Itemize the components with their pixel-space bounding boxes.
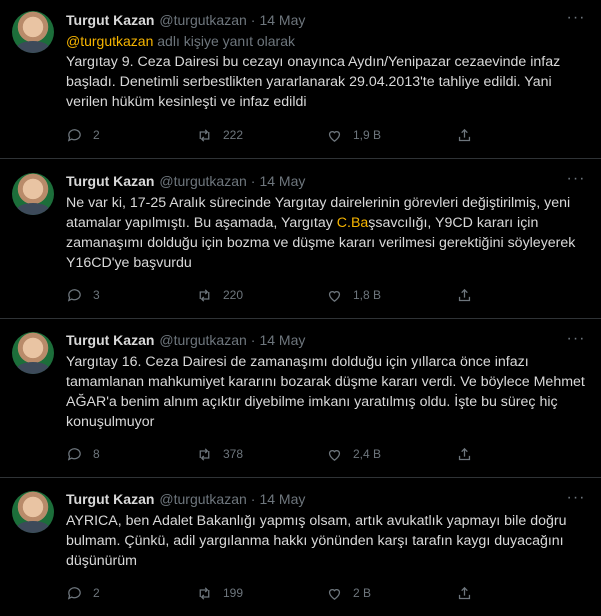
reply-icon (67, 288, 81, 302)
share-icon (458, 586, 471, 599)
like-button[interactable]: 1,8 B (326, 287, 456, 304)
tweet-text: AYRICA, ben Adalet Bakanlığı yapmış olsa… (66, 513, 567, 569)
retweet-icon (199, 447, 210, 461)
share-icon (458, 447, 471, 460)
highlighted-text: C.Ba (336, 215, 369, 231)
retweet-button[interactable]: 222 (196, 127, 326, 144)
tweet-header: Turgut Kazan @turgutkazan · 14 May (66, 330, 587, 350)
reply-icon (67, 447, 81, 461)
tweet-actions: 3 220 1,8 B (66, 284, 587, 318)
tweet[interactable]: Turgut Kazan @turgutkazan · 14 May ··· A… (0, 478, 601, 616)
reply-context: @turgutkazan adlı kişiye yanıt olarak (66, 32, 587, 51)
heart-icon (328, 290, 341, 302)
share-icon (458, 288, 471, 301)
reply-button[interactable]: 2 (66, 585, 196, 602)
tweet-actions: 2 222 1,9 B (66, 124, 587, 158)
author-name[interactable]: Turgut Kazan (66, 12, 154, 28)
reply-icon (67, 586, 81, 600)
heart-icon (328, 449, 341, 461)
reply-count: 2 (93, 586, 100, 600)
retweet-button[interactable]: 199 (196, 585, 326, 602)
share-button[interactable] (456, 127, 483, 144)
tweet-text: Yargıtay 16. Ceza Dairesi de zamanaşımı … (66, 354, 585, 430)
like-count: 2,4 B (353, 447, 382, 461)
retweet-count: 199 (223, 586, 244, 600)
share-icon (458, 128, 471, 141)
reply-button[interactable]: 3 (66, 287, 196, 304)
reply-count: 8 (93, 447, 100, 461)
tweet-header: Turgut Kazan @turgutkazan · 14 May (66, 489, 587, 509)
share-button[interactable] (456, 446, 483, 463)
more-options-icon[interactable]: ··· (563, 330, 589, 352)
retweet-button[interactable]: 220 (196, 287, 326, 304)
retweet-count: 222 (223, 128, 244, 142)
like-count: 1,8 B (353, 288, 382, 302)
tweet-header: Turgut Kazan @turgutkazan · 14 May (66, 10, 587, 30)
author-name[interactable]: Turgut Kazan (66, 332, 154, 348)
more-options-icon[interactable]: ··· (563, 9, 589, 31)
reply-suffix: adlı kişiye yanıt olarak (157, 33, 295, 49)
avatar[interactable] (12, 332, 54, 374)
author-handle[interactable]: @turgutkazan (159, 491, 246, 507)
reply-icon (67, 128, 81, 142)
share-button[interactable] (456, 585, 483, 602)
heart-icon (328, 130, 341, 142)
separator: · (250, 332, 256, 348)
reply-button[interactable]: 2 (66, 127, 196, 144)
more-options-icon[interactable]: ··· (563, 170, 589, 192)
tweet[interactable]: Turgut Kazan @turgutkazan · 14 May ··· Y… (0, 319, 601, 478)
separator: · (250, 491, 256, 507)
reply-count: 2 (93, 128, 100, 142)
avatar[interactable] (12, 11, 54, 53)
tweet-date[interactable]: 14 May (259, 491, 305, 507)
author-name[interactable]: Turgut Kazan (66, 173, 154, 189)
tweet[interactable]: Turgut Kazan @turgutkazan · 14 May ··· N… (0, 159, 601, 319)
avatar[interactable] (12, 173, 54, 215)
retweet-icon (199, 128, 210, 142)
separator: · (250, 12, 256, 28)
like-button[interactable]: 2 B (326, 585, 456, 602)
like-count: 2 B (353, 586, 372, 600)
retweet-button[interactable]: 378 (196, 446, 326, 463)
like-button[interactable]: 2,4 B (326, 446, 456, 463)
tweet-date[interactable]: 14 May (259, 12, 305, 28)
avatar[interactable] (12, 491, 54, 533)
author-handle[interactable]: @turgutkazan (159, 173, 246, 189)
tweet-date[interactable]: 14 May (259, 332, 305, 348)
retweet-count: 220 (223, 288, 244, 302)
tweet[interactable]: Turgut Kazan @turgutkazan · 14 May ··· @… (0, 0, 601, 159)
retweet-count: 378 (223, 447, 244, 461)
more-options-icon[interactable]: ··· (563, 489, 589, 511)
like-count: 1,9 B (353, 128, 382, 142)
tweet-actions: 2 199 2 B (66, 582, 587, 616)
author-name[interactable]: Turgut Kazan (66, 491, 154, 507)
retweet-icon (199, 288, 210, 302)
heart-icon (328, 588, 341, 600)
separator: · (250, 173, 256, 189)
tweet-text: Yargıtay 9. Ceza Dairesi bu cezayı onayı… (66, 54, 561, 110)
reply-mention-link[interactable]: @turgutkazan (66, 33, 153, 49)
like-button[interactable]: 1,9 B (326, 127, 456, 144)
reply-button[interactable]: 8 (66, 446, 196, 463)
reply-count: 3 (93, 288, 100, 302)
retweet-icon (199, 586, 210, 600)
author-handle[interactable]: @turgutkazan (159, 332, 246, 348)
author-handle[interactable]: @turgutkazan (159, 12, 246, 28)
tweet-actions: 8 378 2,4 B (66, 443, 587, 477)
tweet-header: Turgut Kazan @turgutkazan · 14 May (66, 171, 587, 191)
tweet-text: Ne var ki, 17-25 Aralık sürecinde Yargıt… (66, 193, 587, 273)
tweet-date[interactable]: 14 May (259, 173, 305, 189)
share-button[interactable] (456, 287, 483, 304)
